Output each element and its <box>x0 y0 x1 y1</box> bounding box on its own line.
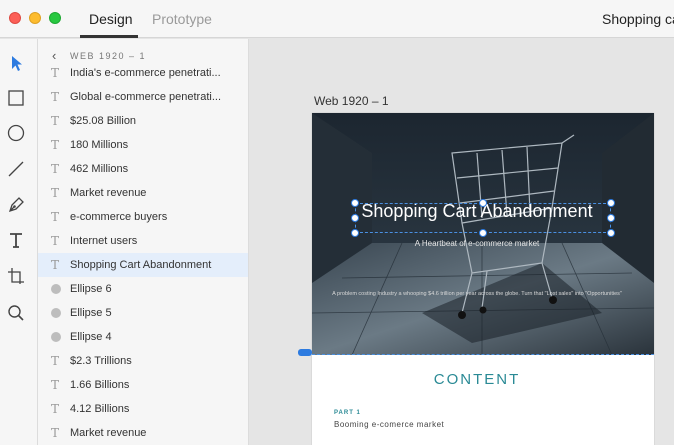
layers-panel: ‹ WEB 1920 – 1 T India's e-commerce penet… <box>38 39 249 445</box>
layer-row[interactable]: T Shopping Cart Abandonment <box>38 253 248 277</box>
title-bar: Design Prototype Shopping ca <box>0 0 674 38</box>
text-layer-icon: T <box>51 258 60 272</box>
line-icon[interactable] <box>5 158 27 180</box>
text-layer-icon: T <box>51 354 60 368</box>
layer-row[interactable]: T 4.12 Billions <box>38 397 248 421</box>
text-layer-icon: T <box>51 378 60 392</box>
text-layer-icon: T <box>51 66 60 80</box>
tools-toolbar <box>0 39 38 445</box>
resize-handle-top[interactable] <box>479 199 487 207</box>
layer-row[interactable]: T 1.66 Billions <box>38 373 248 397</box>
artboard[interactable]: Shopping Cart Abandonment A Heartbeat of… <box>312 113 654 445</box>
layer-label: Internet users <box>70 235 138 247</box>
hero-description[interactable]: A problem costing Industry a whooping $4… <box>312 291 642 297</box>
layer-label: Global e-commerce penetrati... <box>70 91 222 103</box>
layer-label: Market revenue <box>70 427 147 439</box>
pen-icon[interactable] <box>5 194 27 216</box>
layer-row[interactable]: Te-commerce buyers <box>38 205 248 229</box>
active-tab-indicator <box>80 35 138 38</box>
layer-label: $2.3 Trillions <box>70 355 132 367</box>
select-arrow-icon[interactable] <box>5 52 27 74</box>
layer-label: Shopping Cart Abandonment <box>70 259 212 271</box>
layer-row[interactable]: T India's e-commerce penetrati... <box>38 61 248 85</box>
design-canvas[interactable]: Web 1920 – 1 Shopping Cart Abandonment A… <box>250 39 674 445</box>
layer-row[interactable]: Ellipse 4 <box>38 325 248 349</box>
layer-label: 4.12 Billions <box>70 403 130 415</box>
document-title: Shopping ca <box>602 11 674 27</box>
layer-row[interactable]: Ellipse 5 <box>38 301 248 325</box>
tab-design[interactable]: Design <box>89 11 133 27</box>
layer-row[interactable]: T 462 Millions <box>38 157 248 181</box>
zoom-icon[interactable] <box>5 302 27 324</box>
hero-section[interactable]: Shopping Cart Abandonment A Heartbeat of… <box>312 113 654 355</box>
minimize-window-button[interactable] <box>29 12 41 24</box>
artboard-icon[interactable] <box>5 265 27 287</box>
layer-label: 1.66 Billions <box>70 379 130 391</box>
layer-label: 180 Millions <box>70 139 129 151</box>
ellipse-layer-icon <box>51 308 61 318</box>
layer-row[interactable]: T Global e-commerce penetrati... <box>38 85 248 109</box>
layer-list: T India's e-commerce penetrati... T Global … <box>38 61 248 445</box>
hero-subtitle[interactable]: A Heartbeat of e-commerce market <box>312 239 642 248</box>
resize-handle-left[interactable] <box>351 214 359 222</box>
layer-row[interactable]: T $25.08 Billion <box>38 109 248 133</box>
text-layer-icon: T <box>51 162 60 176</box>
text-icon[interactable] <box>5 229 27 251</box>
layer-row[interactable]: T Market revenue <box>38 181 248 205</box>
layer-label: Market revenue <box>70 187 147 199</box>
layer-label: Ellipse 6 <box>70 283 112 295</box>
text-layer-icon: T <box>51 426 60 440</box>
resize-handle-right[interactable] <box>607 214 615 222</box>
layer-label: $25.08 Billion <box>70 115 137 127</box>
text-layer-icon: T <box>51 402 60 416</box>
resize-handle-bottom[interactable] <box>479 229 487 237</box>
artboard-name-label: WEB 1920 – 1 <box>70 51 147 61</box>
layer-row[interactable]: T 180 Millions <box>38 133 248 157</box>
text-layer-icon: T <box>51 234 60 248</box>
resize-handle-top-right[interactable] <box>607 199 615 207</box>
layer-row[interactable]: T Market revenue <box>38 421 248 445</box>
close-window-button[interactable] <box>9 12 21 24</box>
layer-label: 462 Millions <box>70 163 129 175</box>
text-layer-icon: T <box>51 186 60 200</box>
resize-handle-bottom-right[interactable] <box>607 229 615 237</box>
ellipse-layer-icon <box>51 284 61 294</box>
layer-row[interactable]: T $2.3 Trillions <box>38 349 248 373</box>
text-layer-icon: T <box>51 90 60 104</box>
rectangle-icon[interactable] <box>5 87 27 109</box>
viewport-edge-marker[interactable] <box>298 349 312 356</box>
ellipse-icon[interactable] <box>5 122 27 144</box>
zoom-window-button[interactable] <box>49 12 61 24</box>
layer-row[interactable]: T Internet users <box>38 229 248 253</box>
part-label[interactable]: PART 1 <box>334 410 361 416</box>
content-heading[interactable]: CONTENT <box>312 371 642 388</box>
resize-handle-bottom-left[interactable] <box>351 229 359 237</box>
text-layer-icon: T <box>51 210 60 224</box>
layer-label: Ellipse 5 <box>70 307 112 319</box>
layer-label: e-commerce buyers <box>70 211 168 223</box>
layer-label: India's e-commerce penetrati... <box>70 67 221 79</box>
layer-label: Ellipse 4 <box>70 331 112 343</box>
resize-handle-top-left[interactable] <box>351 199 359 207</box>
part-title[interactable]: Booming e-comerce market <box>334 420 444 429</box>
ellipse-layer-icon <box>51 332 61 342</box>
text-layer-icon: T <box>51 114 60 128</box>
artboard-label[interactable]: Web 1920 – 1 <box>314 94 389 108</box>
text-layer-icon: T <box>51 138 60 152</box>
layer-row[interactable]: Ellipse 6 <box>38 277 248 301</box>
tab-prototype[interactable]: Prototype <box>152 11 212 27</box>
section-guide-line <box>312 354 654 355</box>
